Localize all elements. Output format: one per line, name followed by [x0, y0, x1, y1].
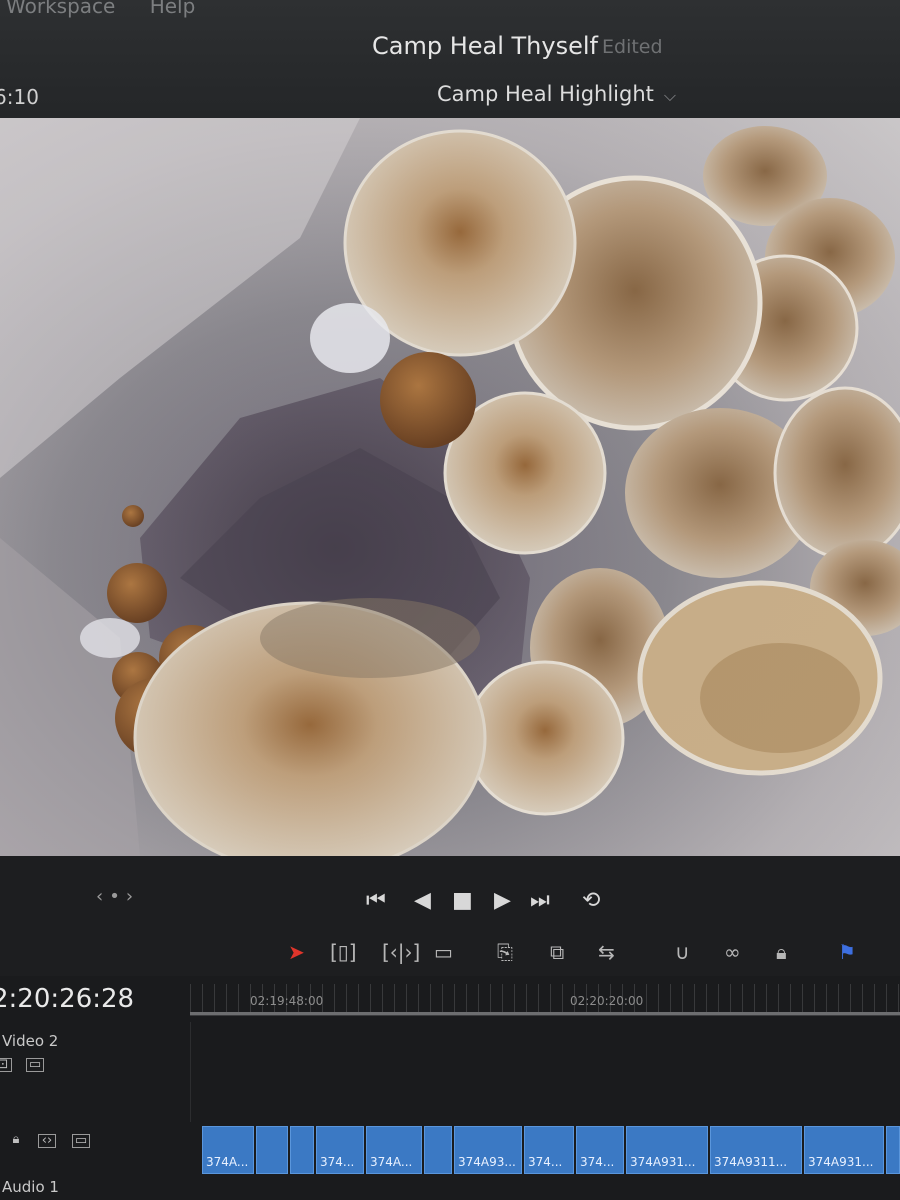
blade-icon[interactable]: ▭	[434, 940, 453, 964]
top-bar: Workspace Help Camp Heal Thyself Edited …	[0, 0, 900, 118]
stop-icon[interactable]: ■	[452, 888, 473, 913]
timeline-clip[interactable]: 374...	[524, 1126, 574, 1174]
project-title: Camp Heal Thyself	[372, 32, 598, 60]
timeline-clip[interactable]: 374A931...	[804, 1126, 884, 1174]
timeline-clip[interactable]	[290, 1126, 314, 1174]
timeline-name: Camp Heal Highlight	[437, 82, 654, 106]
auto-select-icon[interactable]: ‹›	[38, 1134, 56, 1148]
replace-icon[interactable]: ⇆	[598, 940, 615, 964]
timeline-clip[interactable]: 374...	[316, 1126, 364, 1174]
timeline-selector[interactable]: Camp Heal Highlight ⌵	[437, 82, 676, 106]
pointer-icon[interactable]: ➤	[288, 940, 305, 964]
ruler-label: 02:19:48:00	[250, 994, 324, 1008]
timeline-panel: 2:20:26:28 02:19:48:00 02:20:20:00 Video…	[0, 976, 900, 1200]
playhead-track	[190, 1012, 900, 1015]
timeline-clip[interactable]: 374A931...	[626, 1126, 708, 1174]
track-visibility-icon[interactable]: ▭	[72, 1134, 90, 1148]
timeline-clip[interactable]: 374A9311...	[710, 1126, 802, 1174]
skip-forward-icon[interactable]: ⏭	[530, 888, 550, 913]
video-track-1: 374A... 374... 374A... 374A93... 374... …	[200, 1126, 900, 1176]
timeline-clip[interactable]: 374A93...	[454, 1126, 522, 1174]
track-visibility-icon[interactable]: ▭	[26, 1058, 44, 1072]
timeline-clip[interactable]: 374...	[576, 1126, 624, 1174]
play-icon[interactable]: ▶	[494, 888, 511, 913]
edit-status: Edited	[602, 36, 663, 58]
play-reverse-icon[interactable]: ◀	[414, 888, 431, 913]
dynamic-trim-icon[interactable]: [‹|›]	[382, 940, 420, 964]
loop-icon[interactable]: ⟲	[582, 888, 600, 913]
frame-nav-icon[interactable]: ‹•›	[96, 886, 139, 907]
menu-workspace[interactable]: Workspace	[6, 0, 115, 18]
timeline-clip[interactable]: 374A...	[202, 1126, 254, 1174]
viewer-timecode: 6:10	[0, 85, 39, 109]
flag-icon[interactable]: ⚑	[838, 940, 856, 964]
timeline-clip[interactable]	[886, 1126, 900, 1174]
link-icon[interactable]: ∞	[724, 940, 741, 964]
insert-icon[interactable]: ⎘	[497, 940, 513, 964]
overwrite-icon[interactable]: ⧉	[550, 940, 564, 964]
track-label-video2: Video 2	[2, 1032, 59, 1050]
timeline-timecode: 2:20:26:28	[0, 984, 135, 1014]
video-frame	[0, 118, 900, 856]
track-lock-icon[interactable]: 🔒︎	[8, 1133, 24, 1146]
track-label-audio1: Audio 1	[2, 1178, 59, 1196]
skip-back-icon[interactable]: ⏮	[366, 888, 386, 913]
timeline-clip[interactable]: 374A...	[366, 1126, 422, 1174]
snap-icon[interactable]: ∪	[675, 940, 690, 964]
menu-bar: Workspace Help	[6, 0, 223, 18]
video-viewer[interactable]	[0, 118, 900, 856]
track-header-video2: Video 2 ⊡ ▭	[0, 1022, 191, 1122]
timeline-clip[interactable]	[424, 1126, 452, 1174]
chevron-down-icon[interactable]: ⌵	[664, 86, 676, 105]
trim-icon[interactable]: [▯]	[330, 940, 357, 964]
auto-select-icon[interactable]: ⊡	[0, 1058, 12, 1072]
menu-help[interactable]: Help	[150, 0, 196, 18]
transport-panel: ‹•› ⏮ ◀ ■ ▶ ⏭ ⟲ ➤ [▯] [‹|›] ▭ ⎘ ⧉ ⇆ ∪ ∞ …	[0, 856, 900, 976]
timeline-clip[interactable]	[256, 1126, 288, 1174]
lock-icon[interactable]: 🔒︎	[776, 940, 787, 964]
ruler-label: 02:20:20:00	[570, 994, 644, 1008]
